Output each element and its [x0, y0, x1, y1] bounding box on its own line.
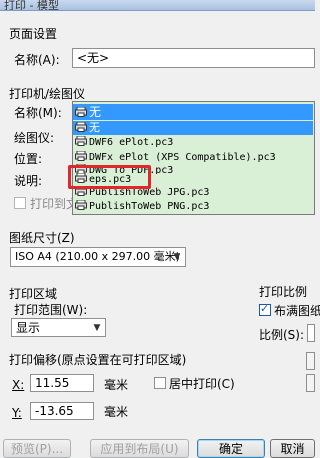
printer-option-publishtoweb-png[interactable]: PublishToWeb PNG.pc3	[73, 199, 313, 214]
window-title: 打印 - 模型	[4, 0, 59, 11]
offset-y-value: -13.65	[35, 404, 74, 418]
page-setup-name-label: 名称(A):	[14, 53, 60, 67]
paper-size-label: 图纸尺寸(Z)	[9, 231, 75, 245]
center-plot-checkbox[interactable]	[154, 377, 166, 389]
printer-option-label: 无	[89, 121, 100, 134]
scale-value-field-2[interactable]	[306, 374, 315, 392]
location-label: 位置:	[14, 152, 43, 166]
paper-size-dropdown[interactable]: ISO A4 (210.00 x 297.00 毫米) ▼	[10, 247, 186, 267]
offset-x-label: X:	[12, 378, 25, 392]
offset-x-value: 11.55	[35, 376, 70, 390]
scale-value-field-1[interactable]	[306, 352, 315, 370]
print-to-file-label: 打印到文	[30, 197, 79, 211]
offset-y-unit: 毫米	[104, 405, 129, 419]
offset-y-input[interactable]: -13.65	[30, 402, 94, 420]
page-setup-name-value: <无>	[77, 51, 110, 65]
plot-area-section-label: 打印区域	[9, 287, 58, 301]
center-plot-label: 居中打印(C)	[169, 377, 235, 391]
printer-option-dwfx[interactable]: DWFx ePlot (XPS Compatible).pc3	[73, 150, 313, 165]
printer-option-label: PublishToWeb PNG.pc3	[89, 201, 210, 212]
apply-to-layout-button[interactable]: 应用到布局(U)	[90, 439, 189, 458]
printer-option-dwf6[interactable]: DWF6 ePlot.pc3	[73, 135, 313, 150]
printer-icon	[75, 199, 87, 210]
offset-x-input[interactable]: 11.55	[30, 374, 94, 392]
scale-dropdown[interactable]	[307, 324, 315, 342]
annotation-highlight-box	[68, 165, 151, 189]
chevron-down-icon: ▼	[93, 322, 101, 333]
offset-x-unit: 毫米	[104, 378, 129, 392]
printer-option-none-current[interactable]: 无	[73, 104, 313, 120]
plot-range-dropdown[interactable]: 显示 ▼	[11, 318, 106, 337]
printer-icon	[75, 121, 87, 132]
printer-option-label: 无	[89, 105, 102, 119]
printer-option-none[interactable]: 无	[73, 121, 313, 135]
ok-button[interactable]: 确定	[197, 439, 265, 458]
printer-section-label: 打印机/绘图仪	[9, 87, 86, 101]
title-bar: 打印 - 模型	[0, 0, 315, 11]
fit-to-paper-checkbox[interactable]	[259, 302, 271, 316]
plot-range-label: 打印范围(W):	[14, 303, 88, 317]
printer-option-label: DWFx ePlot (XPS Compatible).pc3	[89, 152, 276, 163]
preview-button[interactable]: 预览(P)...	[3, 439, 71, 458]
printer-name-label: 名称(M):	[14, 106, 62, 120]
plot-range-value: 显示	[16, 321, 41, 335]
printer-icon	[75, 150, 87, 161]
scale-label: 比例(S):	[259, 328, 305, 342]
paper-size-value: ISO A4 (210.00 x 297.00 毫米)	[15, 250, 180, 263]
description-label: 说明:	[14, 174, 43, 188]
page-setup-section-label: 页面设置	[9, 27, 58, 41]
cancel-button[interactable]: 取消	[270, 439, 315, 458]
printer-icon	[75, 105, 87, 117]
printer-dropdown-list[interactable]: 无 无 DWF6 ePlot.pc3 DWFx ePlot (XPS Compa…	[72, 101, 315, 215]
print-to-file-checkbox[interactable]	[14, 197, 26, 209]
offset-y-label: Y:	[12, 406, 22, 420]
plot-scale-section-label: 打印比例	[259, 285, 308, 299]
chevron-down-icon: ▼	[173, 252, 181, 262]
printer-icon	[75, 135, 87, 146]
page-setup-name-dropdown[interactable]: <无>	[72, 48, 315, 68]
fit-to-paper-label: 布满图纸	[274, 304, 320, 318]
printer-option-label: DWF6 ePlot.pc3	[89, 137, 174, 148]
plot-offset-section-label: 打印偏移(原点设置在可打印区域)	[9, 353, 187, 367]
plotter-label: 绘图仪:	[14, 131, 55, 145]
